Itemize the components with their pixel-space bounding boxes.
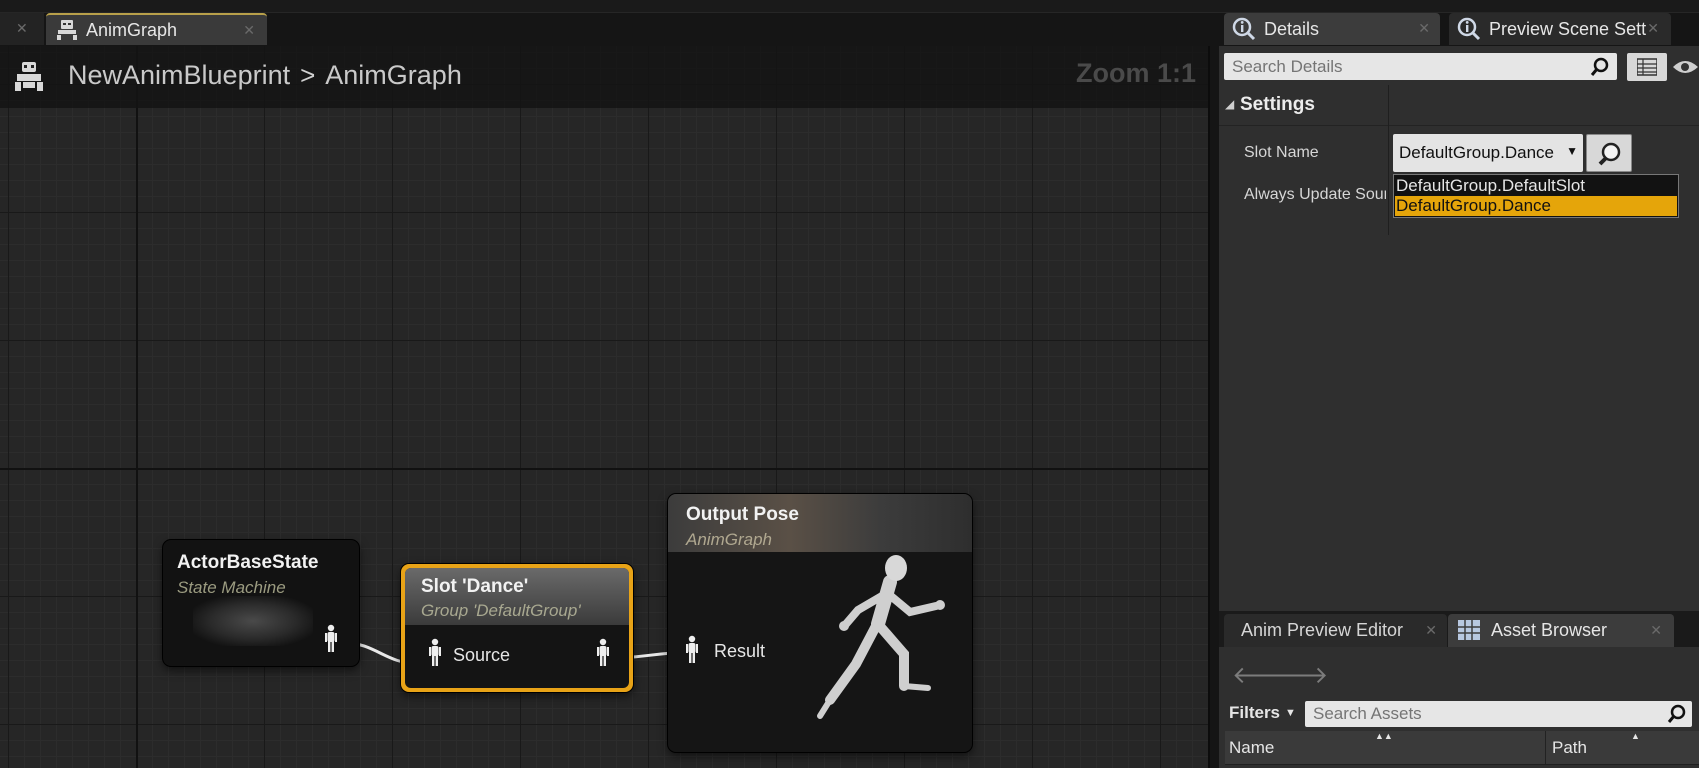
tab-label: AnimGraph — [86, 19, 178, 40]
collapse-triangle-icon: ◢ — [1225, 97, 1235, 111]
node-output-pose[interactable]: Output Pose AnimGraph Result — [668, 494, 972, 752]
search-assets-field[interactable] — [1305, 701, 1692, 727]
node-slot-body: Slot 'Dance' Group 'DefaultGroup' Source — [405, 568, 629, 688]
node-subtitle: State Machine — [177, 578, 286, 597]
property-matrix-button[interactable] — [1627, 53, 1667, 81]
chevron-down-icon: ▼ — [1285, 707, 1296, 719]
list-view-icon — [1637, 58, 1657, 76]
magnifier-icon — [1598, 142, 1621, 166]
tab-asset-browser[interactable]: Asset Browser ✕ — [1448, 614, 1674, 647]
chevron-down-icon: ▼ — [1566, 144, 1578, 158]
node-title: Slot 'Dance' — [421, 576, 529, 597]
grid-icon — [1458, 620, 1480, 640]
animgraph-icon — [57, 20, 77, 40]
running-mannequin-icon — [817, 555, 945, 719]
sort-ascending-icon: ▲▲ — [1375, 731, 1393, 741]
details-panel — [1219, 46, 1699, 611]
sort-icon: ▲ — [1631, 731, 1640, 741]
pose-output-pin-icon[interactable] — [323, 624, 339, 654]
tab-anim-preview-editor[interactable]: Anim Preview Editor ✕ — [1224, 614, 1447, 647]
tab-label: Details — [1264, 18, 1320, 39]
pin-label-source: Source — [453, 645, 511, 665]
browse-slot-button[interactable] — [1586, 134, 1632, 172]
close-icon[interactable]: ✕ — [16, 20, 28, 37]
dropdown-option[interactable]: DefaultGroup.DefaultSlot — [1395, 176, 1677, 196]
search-icon — [1590, 57, 1609, 76]
property-label-slot-name: Slot Name — [1244, 144, 1319, 161]
pin-label-result: Result — [714, 641, 766, 661]
slot-name-value: DefaultGroup.Dance — [1399, 143, 1554, 162]
pose-input-pin-icon[interactable] — [427, 638, 443, 668]
node-subtitle: AnimGraph — [686, 530, 772, 549]
close-icon[interactable]: ✕ — [243, 22, 255, 39]
node-state-machine[interactable]: ActorBaseState State Machine — [163, 540, 359, 666]
info-icon — [1232, 17, 1256, 41]
node-subtitle: Group 'DefaultGroup' — [421, 601, 581, 620]
tab-label: Asset Browser — [1491, 620, 1608, 640]
slot-name-combo[interactable]: DefaultGroup.Dance ▼ — [1393, 134, 1583, 172]
tab-preview-scene-settings[interactable]: Preview Scene Sett ✕ — [1449, 13, 1671, 45]
search-details-input[interactable] — [1224, 53, 1617, 80]
tab-stub[interactable]: ✕ — [0, 13, 44, 45]
node-preview-blur — [193, 596, 313, 646]
dropdown-option-selected[interactable]: DefaultGroup.Dance — [1395, 196, 1677, 216]
graph-canvas[interactable]: NewAnimBlueprint > AnimGraph Zoom 1:1 Ac… — [0, 46, 1210, 768]
close-icon[interactable]: ✕ — [1647, 20, 1659, 37]
node-title: Output Pose — [686, 504, 799, 525]
close-icon[interactable]: ✕ — [1418, 20, 1430, 37]
asset-list-header: Name ▲▲ Path ▲ — [1225, 731, 1699, 765]
settings-category-header[interactable]: ◢ Settings — [1219, 85, 1699, 126]
section-title: Settings — [1240, 94, 1315, 115]
tab-label: Preview Scene Sett — [1489, 18, 1647, 39]
tab-animgraph[interactable]: AnimGraph ✕ — [46, 13, 267, 45]
pose-input-pin-icon[interactable] — [684, 635, 700, 665]
info-icon — [1457, 17, 1481, 41]
node-slot-selected[interactable]: Slot 'Dance' Group 'DefaultGroup' Source — [401, 564, 633, 692]
filters-label: Filters — [1229, 703, 1281, 722]
tab-label: Anim Preview Editor — [1241, 620, 1404, 640]
column-name[interactable]: Name — [1229, 738, 1274, 758]
column-divider[interactable] — [1388, 85, 1389, 235]
forward-arrow-icon[interactable]: 🡒 — [1264, 660, 1328, 690]
column-path[interactable]: Path — [1552, 738, 1587, 758]
close-icon[interactable]: ✕ — [1650, 622, 1662, 639]
close-icon[interactable]: ✕ — [1425, 622, 1437, 639]
node-title: ActorBaseState — [177, 552, 319, 573]
window-top-strip — [0, 0, 1699, 13]
search-assets-input[interactable] — [1305, 701, 1692, 727]
filters-button[interactable]: Filters ▼ — [1229, 703, 1296, 723]
tab-details[interactable]: Details ✕ — [1224, 13, 1440, 45]
search-details-field[interactable] — [1224, 53, 1617, 80]
property-label-always-update: Always Update Sour — [1244, 186, 1386, 203]
search-icon — [1667, 704, 1686, 723]
eye-icon[interactable] — [1672, 58, 1699, 76]
slot-name-dropdown-list: DefaultGroup.DefaultSlot DefaultGroup.Da… — [1393, 174, 1679, 218]
column-separator[interactable] — [1545, 731, 1546, 764]
pose-output-pin-icon[interactable] — [595, 638, 611, 668]
